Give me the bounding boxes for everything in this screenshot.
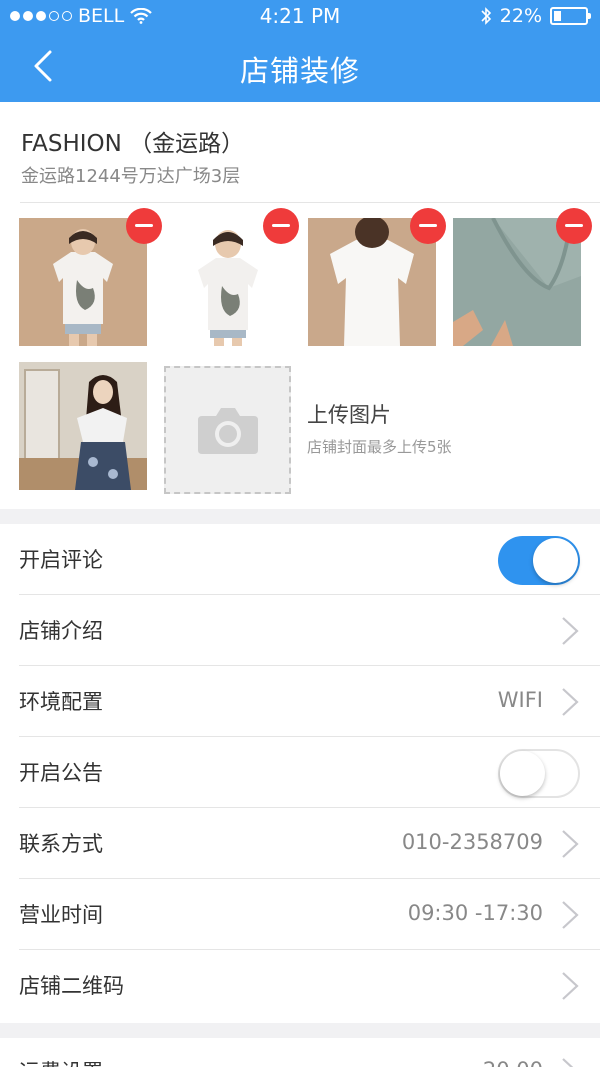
delete-photo-button[interactable] [126, 208, 162, 244]
notice-toggle[interactable] [498, 749, 580, 798]
setting-qr-code[interactable]: 店铺二维码 [0, 950, 600, 1021]
shop-card: FASHION （金运路） 金运路1244号万达广场3层 上传图片 店铺封面最多… [0, 102, 600, 509]
header-bar: BELL 4:21 PM 22% 店铺装修 [0, 0, 600, 102]
setting-label: 环境配置 [19, 690, 103, 714]
upload-photo-button[interactable] [164, 366, 291, 494]
chevron-right-icon [562, 688, 579, 716]
setting-label: 联系方式 [19, 832, 103, 856]
shop-address: 金运路1244号万达广场3层 [21, 166, 241, 187]
upload-title: 上传图片 [307, 403, 391, 427]
shop-photo[interactable] [19, 362, 147, 490]
battery-icon [550, 7, 591, 25]
chevron-right-icon [562, 830, 579, 858]
setting-label: 营业时间 [19, 903, 103, 927]
model-room-photo [19, 362, 147, 490]
setting-value: 20.00 [483, 1058, 543, 1067]
nav-bar: 店铺装修 [0, 32, 600, 102]
shop-name: FASHION （金运路） [21, 131, 245, 157]
camera-icon [198, 408, 258, 454]
shirt-front-photo [19, 218, 147, 346]
setting-shop-intro[interactable]: 店铺介绍 [0, 595, 600, 666]
setting-business-hours[interactable]: 营业时间 09:30 -17:30 [0, 879, 600, 950]
chevron-right-icon [562, 972, 579, 1000]
setting-label: 开启评论 [19, 548, 103, 572]
setting-shipping[interactable]: 运费设置 20.00 [0, 1038, 600, 1067]
battery-percent: 22% [499, 5, 542, 27]
setting-value: WIFI [497, 688, 543, 712]
setting-enable-comments: 开启评论 [0, 524, 600, 595]
upload-hint: 店铺封面最多上传5张 [307, 438, 452, 456]
chevron-right-icon [562, 1058, 574, 1067]
setting-value: 010-2358709 [401, 830, 543, 854]
setting-label: 运费设置 [19, 1056, 103, 1067]
bluetooth-icon [481, 7, 491, 25]
setting-label: 店铺介绍 [19, 619, 103, 643]
setting-enable-notice: 开启公告 [0, 737, 600, 808]
comments-toggle[interactable] [498, 536, 580, 585]
setting-label: 店铺二维码 [19, 974, 124, 998]
delete-photo-button[interactable] [410, 208, 446, 244]
page-title: 店铺装修 [239, 54, 360, 88]
delete-photo-button[interactable] [263, 208, 299, 244]
chevron-right-icon [562, 901, 579, 929]
divider [20, 202, 600, 203]
setting-environment[interactable]: 环境配置 WIFI [0, 666, 600, 737]
settings-list: 开启评论 店铺介绍 环境配置 WIFI 开启公告 联系方式 010-235870… [0, 524, 600, 1023]
delete-photo-button[interactable] [556, 208, 592, 244]
chevron-right-icon [562, 617, 579, 645]
setting-value: 09:30 -17:30 [407, 901, 543, 925]
status-bar: BELL 4:21 PM 22% [0, 0, 600, 32]
setting-contact[interactable]: 联系方式 010-2358709 [0, 808, 600, 879]
setting-label: 开启公告 [19, 761, 103, 785]
shop-photo[interactable] [19, 218, 147, 346]
